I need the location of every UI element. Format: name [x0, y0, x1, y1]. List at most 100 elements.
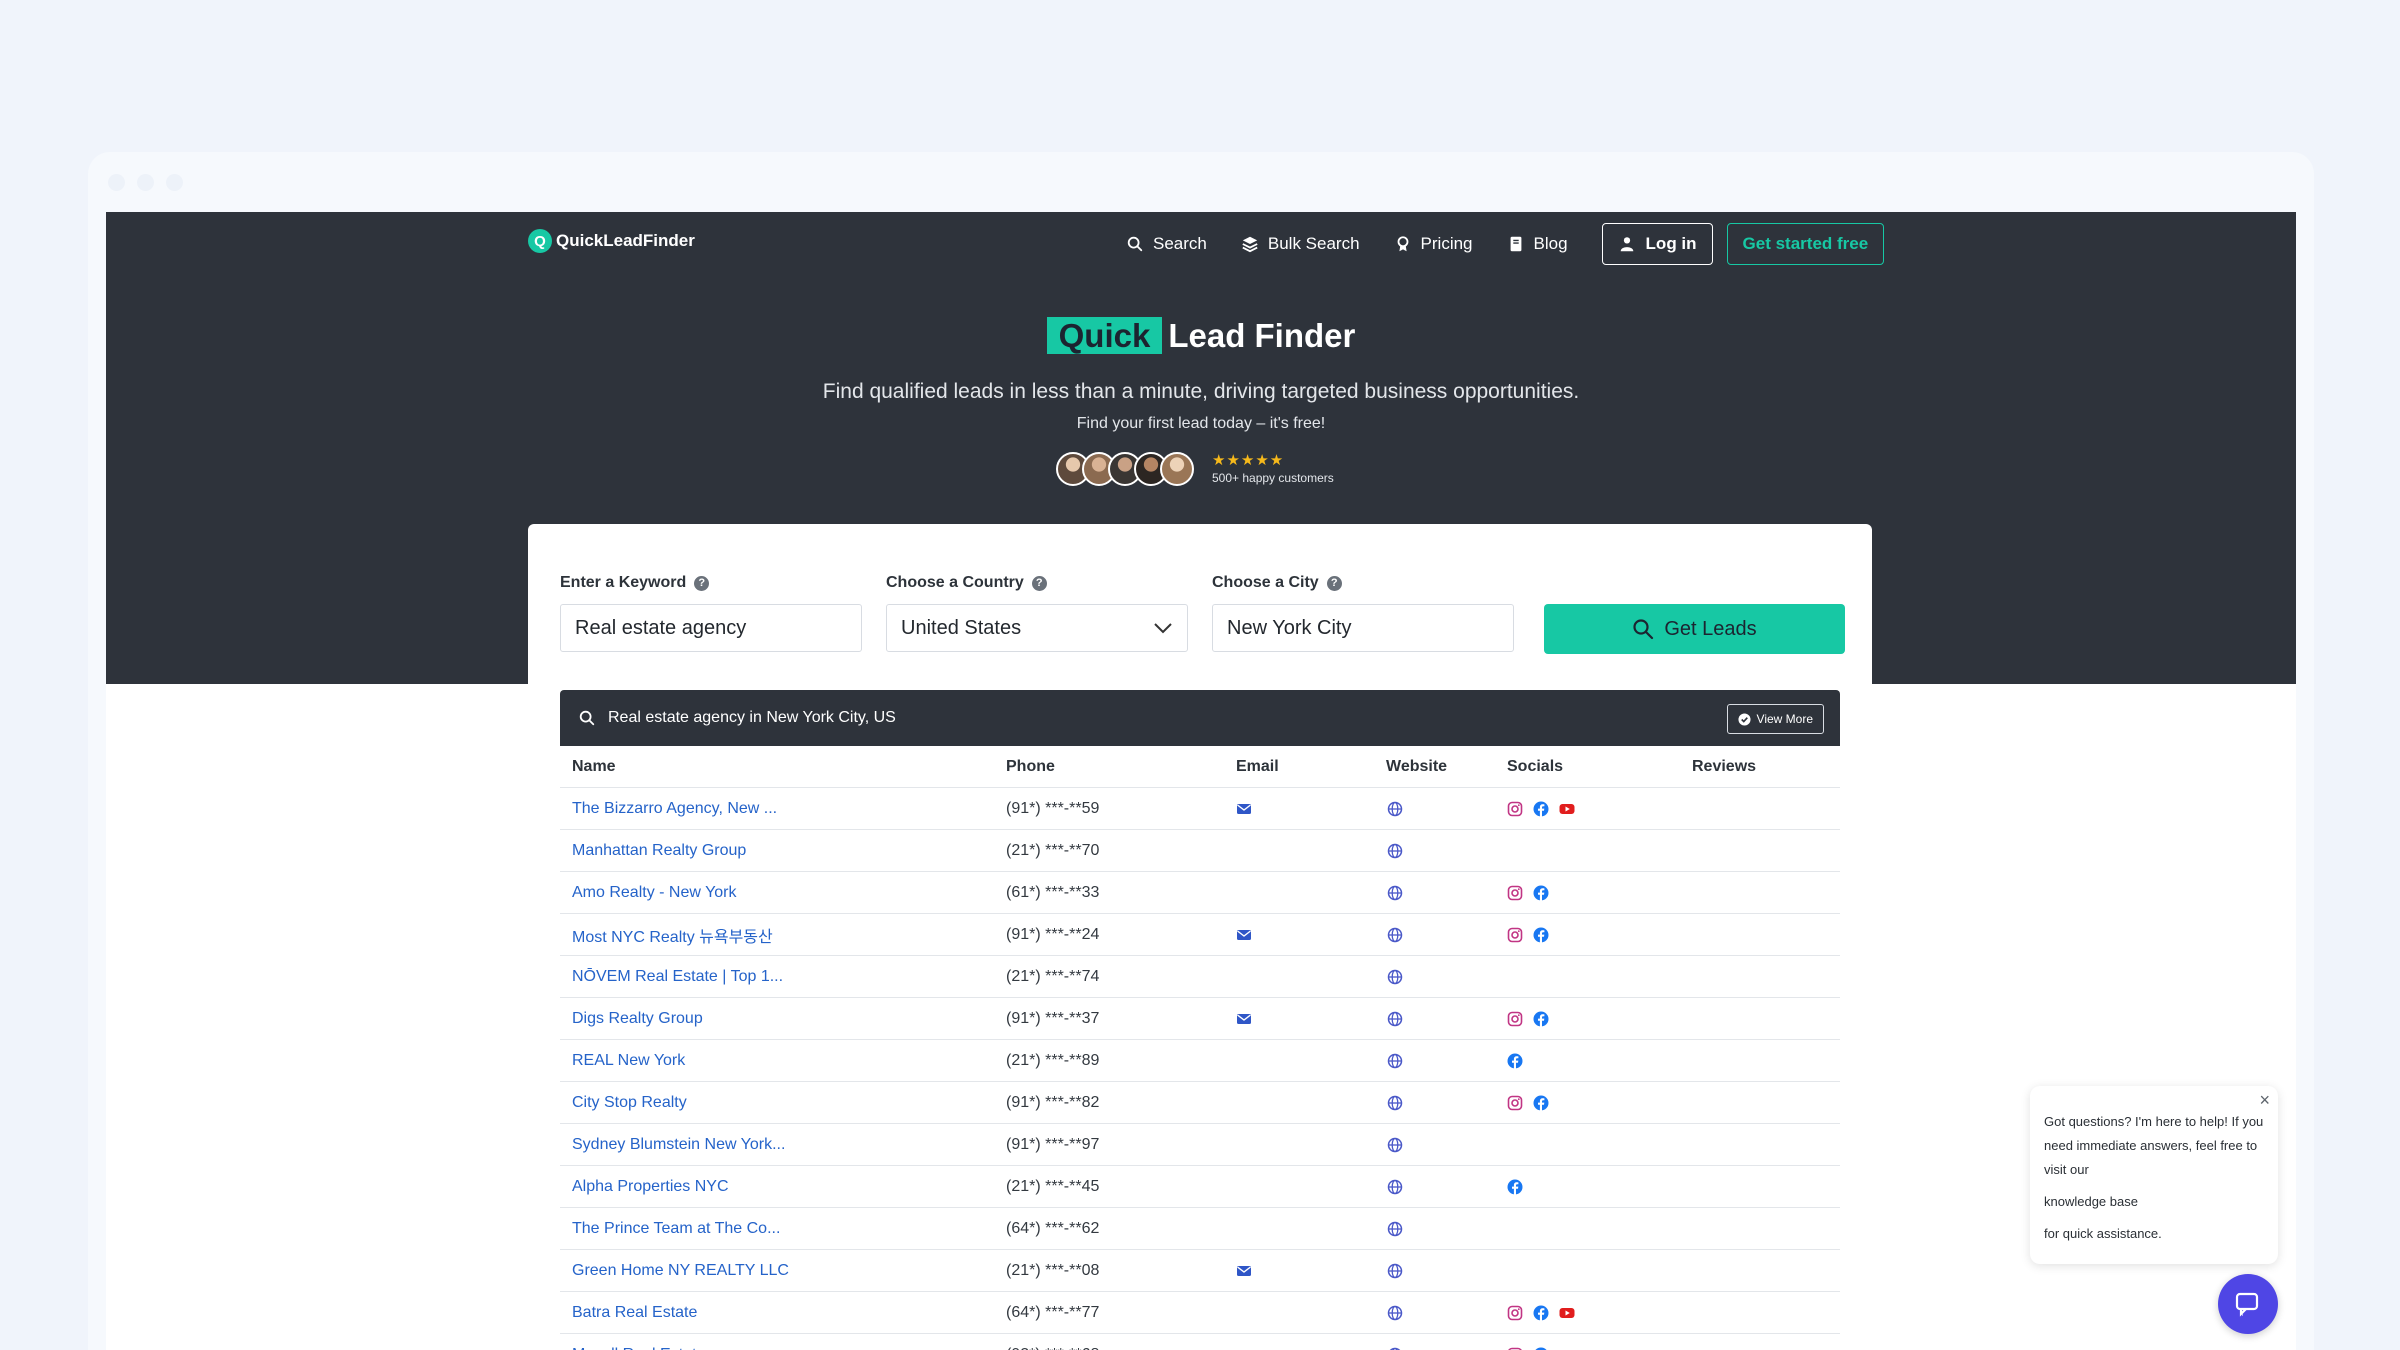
knowledge-base-link[interactable]: knowledge base: [2044, 1190, 2264, 1214]
globe-icon[interactable]: [1387, 1095, 1403, 1111]
facebook-icon[interactable]: [1507, 1053, 1523, 1069]
table-row[interactable]: The Bizzarro Agency, New ... (91*) ***-**…: [560, 788, 1840, 830]
globe-icon[interactable]: [1387, 1137, 1403, 1153]
table-row[interactable]: Most NYC Realty 뉴욕부동산 (91*) ***-**24: [560, 914, 1840, 956]
table-row[interactable]: The Prince Team at The Co... (64*) ***-**…: [560, 1208, 1840, 1250]
instagram-icon[interactable]: [1507, 927, 1523, 943]
col-phone[interactable]: Phone: [1006, 746, 1055, 787]
globe-icon[interactable]: [1387, 1053, 1403, 1069]
instagram-icon[interactable]: [1507, 1011, 1523, 1027]
globe-icon[interactable]: [1387, 969, 1403, 985]
help-icon[interactable]: ?: [694, 575, 710, 591]
lead-name-link[interactable]: The Prince Team at The Co...: [572, 1208, 780, 1249]
nav-bulk-search[interactable]: Bulk Search: [1241, 234, 1360, 254]
country-select[interactable]: United States: [886, 604, 1188, 652]
facebook-icon[interactable]: [1533, 801, 1549, 817]
table-row[interactable]: Mavell Real Estate (92*) ***-**68: [560, 1334, 1840, 1350]
table-row[interactable]: Digs Realty Group (91*) ***-**37: [560, 998, 1840, 1040]
facebook-icon[interactable]: [1533, 1305, 1549, 1321]
table-row[interactable]: REAL New York (21*) ***-**89: [560, 1040, 1840, 1082]
table-row[interactable]: NŌVEM Real Estate | Top 1... (21*) ***-**…: [560, 956, 1840, 998]
lead-name-link[interactable]: Digs Realty Group: [572, 998, 703, 1039]
globe-icon[interactable]: [1387, 801, 1403, 817]
nav-search[interactable]: Search: [1126, 234, 1207, 254]
lead-phone: (91*) ***-**97: [1006, 1135, 1100, 1153]
globe-icon[interactable]: [1387, 1011, 1403, 1027]
table-row[interactable]: Green Home NY REALTY LLC (21*) ***-**08: [560, 1250, 1840, 1292]
lead-name-link[interactable]: REAL New York: [572, 1040, 685, 1081]
globe-icon[interactable]: [1387, 885, 1403, 901]
table-row[interactable]: Alpha Properties NYC (21*) ***-**45: [560, 1166, 1840, 1208]
view-more-button[interactable]: View More: [1726, 704, 1824, 734]
youtube-icon[interactable]: [1559, 801, 1575, 817]
nav-pricing[interactable]: Pricing: [1394, 234, 1473, 254]
col-website[interactable]: Website: [1386, 746, 1447, 787]
keyword-input[interactable]: Real estate agency: [560, 604, 862, 652]
brand-logo[interactable]: Q QuickLeadFinder: [528, 229, 695, 253]
table-row[interactable]: Sydney Blumstein New York... (91*) ***-**…: [560, 1124, 1840, 1166]
minimize-dot[interactable]: [137, 174, 154, 191]
youtube-icon[interactable]: [1559, 1347, 1575, 1350]
email-icon[interactable]: [1236, 1347, 1252, 1350]
instagram-icon[interactable]: [1507, 801, 1523, 817]
instagram-icon[interactable]: [1507, 1095, 1523, 1111]
facebook-icon[interactable]: [1533, 927, 1549, 943]
email-icon[interactable]: [1236, 927, 1252, 943]
lead-name-link[interactable]: Alpha Properties NYC: [572, 1166, 729, 1207]
lead-name-link[interactable]: The Bizzarro Agency, New ...: [572, 788, 777, 829]
chat-launcher-button[interactable]: [2218, 1274, 2278, 1334]
lead-name-link[interactable]: NŌVEM Real Estate | Top 1...: [572, 956, 783, 997]
facebook-icon[interactable]: [1533, 1347, 1549, 1350]
email-icon[interactable]: [1236, 1011, 1252, 1027]
nav-blog[interactable]: Blog: [1507, 234, 1568, 254]
help-icon[interactable]: ?: [1031, 575, 1047, 591]
col-socials[interactable]: Socials: [1507, 746, 1563, 787]
globe-icon[interactable]: [1387, 1347, 1403, 1350]
socials-cell: [1507, 914, 1549, 955]
instagram-icon[interactable]: [1507, 1305, 1523, 1321]
lead-name-link[interactable]: Amo Realty - New York: [572, 872, 737, 913]
col-name[interactable]: Name: [572, 746, 616, 787]
facebook-icon[interactable]: [1533, 1011, 1549, 1027]
login-button[interactable]: Log in: [1601, 223, 1713, 265]
table-row[interactable]: Amo Realty - New York (61*) ***-**33: [560, 872, 1840, 914]
lead-name-link[interactable]: Green Home NY REALTY LLC: [572, 1250, 789, 1291]
globe-icon[interactable]: [1387, 1179, 1403, 1195]
col-reviews[interactable]: Reviews: [1692, 746, 1756, 787]
get-leads-button[interactable]: Get Leads: [1544, 604, 1845, 654]
globe-icon[interactable]: [1387, 927, 1403, 943]
facebook-icon[interactable]: [1507, 1179, 1523, 1195]
globe-icon[interactable]: [1387, 1305, 1403, 1321]
city-input[interactable]: New York City: [1212, 604, 1514, 652]
keyword-label-row: Enter a Keyword ?: [560, 574, 862, 592]
get-started-button[interactable]: Get started free: [1726, 223, 1885, 265]
table-row[interactable]: City Stop Realty (91*) ***-**82: [560, 1082, 1840, 1124]
website-cell: [1387, 1166, 1403, 1207]
instagram-icon[interactable]: [1507, 885, 1523, 901]
globe-icon[interactable]: [1387, 1263, 1403, 1279]
email-icon[interactable]: [1236, 801, 1252, 817]
close-dot[interactable]: [108, 174, 125, 191]
lead-name-link[interactable]: Sydney Blumstein New York...: [572, 1124, 785, 1165]
maximize-dot[interactable]: [166, 174, 183, 191]
email-icon[interactable]: [1236, 1263, 1252, 1279]
facebook-icon[interactable]: [1533, 885, 1549, 901]
globe-icon[interactable]: [1387, 1221, 1403, 1237]
lead-name-link[interactable]: Most NYC Realty 뉴욕부동산: [572, 914, 773, 955]
lead-name-link[interactable]: Manhattan Realty Group: [572, 830, 746, 871]
lead-name-link[interactable]: Batra Real Estate: [572, 1292, 697, 1333]
country-label: Choose a Country: [886, 574, 1024, 591]
nav-search-label: Search: [1153, 234, 1207, 253]
col-email[interactable]: Email: [1236, 746, 1279, 787]
table-row[interactable]: Batra Real Estate (64*) ***-**77: [560, 1292, 1840, 1334]
help-icon[interactable]: ?: [1326, 575, 1342, 591]
close-icon[interactable]: ×: [2259, 1088, 2270, 1112]
table-row[interactable]: Manhattan Realty Group (21*) ***-**70: [560, 830, 1840, 872]
lead-name-link[interactable]: Mavell Real Estate: [572, 1334, 705, 1350]
instagram-icon[interactable]: [1507, 1347, 1523, 1350]
youtube-icon[interactable]: [1559, 1305, 1575, 1321]
lead-name-link[interactable]: City Stop Realty: [572, 1082, 687, 1123]
website-cell: [1387, 1124, 1403, 1165]
globe-icon[interactable]: [1387, 843, 1403, 859]
facebook-icon[interactable]: [1533, 1095, 1549, 1111]
